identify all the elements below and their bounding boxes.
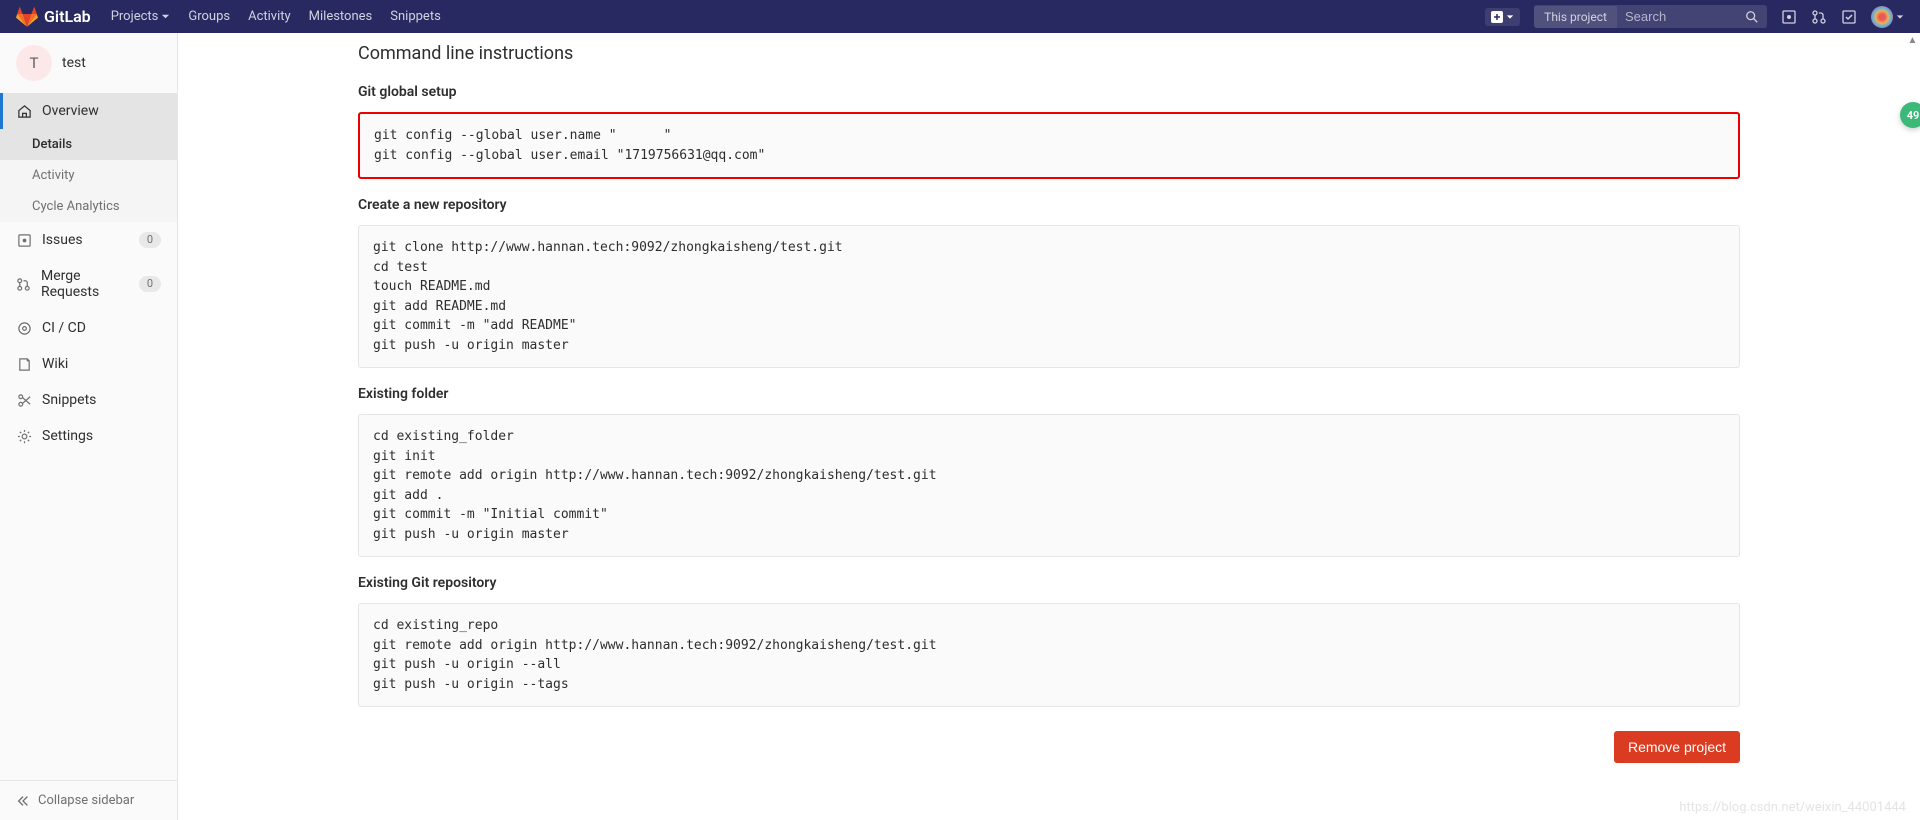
sidebar: T test Overview Details Activity Cycle A…: [0, 33, 178, 820]
code-block-existing-folder: cd existing_folder git init git remote a…: [358, 414, 1740, 557]
book-icon: [16, 357, 32, 372]
sidebar-label: Wiki: [42, 356, 68, 372]
nav-milestones[interactable]: Milestones: [309, 9, 373, 24]
gitlab-icon: [16, 6, 38, 28]
todos-icon[interactable]: [1841, 9, 1857, 25]
nav-groups[interactable]: Groups: [188, 9, 230, 24]
search-input[interactable]: [1617, 5, 1737, 28]
overview-submenu: Details Activity Cycle Analytics: [0, 129, 177, 222]
search-scope[interactable]: This project: [1534, 6, 1617, 28]
issues-icon[interactable]: [1781, 9, 1797, 25]
code-block-global-setup: git config --global user.name " " git co…: [358, 112, 1740, 179]
section-heading-global-setup: Git global setup: [358, 84, 1740, 100]
sidebar-item-cicd[interactable]: CI / CD: [0, 310, 177, 346]
brand-name: GitLab: [44, 7, 91, 26]
sidebar-label: Issues: [42, 232, 83, 248]
sidebar-label: Settings: [42, 428, 93, 444]
sidebar-item-activity[interactable]: Activity: [0, 160, 177, 191]
brand-logo[interactable]: GitLab: [16, 6, 91, 28]
sidebar-item-snippets[interactable]: Snippets: [0, 382, 177, 418]
project-name: test: [62, 55, 86, 71]
nav-projects[interactable]: Projects: [111, 9, 171, 24]
home-icon: [16, 104, 32, 119]
sidebar-item-cycle-analytics[interactable]: Cycle Analytics: [0, 191, 177, 222]
project-avatar: T: [16, 45, 52, 81]
chevron-down-icon: [1506, 13, 1514, 21]
sidebar-item-details[interactable]: Details: [0, 129, 177, 160]
sidebar-label: Snippets: [42, 392, 96, 408]
sidebar-item-wiki[interactable]: Wiki: [0, 346, 177, 382]
scroll-up-icon[interactable]: ▲: [1905, 33, 1920, 48]
remove-project-button[interactable]: Remove project: [1614, 731, 1740, 763]
header-nav: Projects Groups Activity Milestones Snip…: [111, 9, 441, 24]
chevron-double-left-icon: [16, 794, 30, 808]
nav-activity[interactable]: Activity: [248, 9, 291, 24]
sidebar-item-issues[interactable]: Issues 0: [0, 222, 177, 258]
code-block-existing-repo: cd existing_repo git remote add origin h…: [358, 603, 1740, 707]
sidebar-label: Merge Requests: [41, 268, 129, 300]
top-header: GitLab Projects Groups Activity Mileston…: [0, 0, 1920, 33]
gear-icon: [16, 429, 32, 444]
chevron-down-icon: [1896, 13, 1904, 21]
avatar: [1871, 6, 1893, 28]
collapse-label: Collapse sidebar: [38, 793, 134, 808]
section-heading-existing-folder: Existing folder: [358, 386, 1740, 402]
sidebar-item-merge-requests[interactable]: Merge Requests 0: [0, 258, 177, 310]
search-container: This project: [1534, 5, 1767, 28]
mr-count-badge: 0: [139, 276, 161, 292]
merge-request-icon[interactable]: [1811, 9, 1827, 25]
project-header[interactable]: T test: [0, 33, 177, 93]
header-right: This project: [1485, 5, 1904, 28]
issues-count-badge: 0: [139, 232, 161, 248]
main-content: Command line instructions Git global set…: [178, 33, 1920, 820]
sidebar-item-settings[interactable]: Settings: [0, 418, 177, 454]
page-title: Command line instructions: [358, 43, 1740, 64]
section-heading-create-repo: Create a new repository: [358, 197, 1740, 213]
code-block-create-repo: git clone http://www.hannan.tech:9092/zh…: [358, 225, 1740, 368]
search-icon[interactable]: [1737, 10, 1767, 24]
merge-request-icon: [16, 277, 31, 292]
scissors-icon: [16, 393, 32, 408]
user-menu[interactable]: [1871, 6, 1904, 28]
nav-snippets[interactable]: Snippets: [390, 9, 441, 24]
sidebar-label: CI / CD: [42, 320, 86, 336]
collapse-sidebar-button[interactable]: Collapse sidebar: [0, 780, 177, 820]
sidebar-item-overview[interactable]: Overview: [0, 93, 177, 129]
sidebar-label: Overview: [42, 103, 99, 119]
issues-icon: [16, 233, 32, 248]
sidebar-nav: Overview Details Activity Cycle Analytic…: [0, 93, 177, 780]
chevron-down-icon: [161, 12, 170, 21]
watermark-text: https://blog.csdn.net/weixin_44001444: [1679, 800, 1906, 815]
notification-badge[interactable]: 49: [1900, 102, 1920, 128]
rocket-icon: [16, 321, 32, 336]
plus-icon: [1491, 11, 1503, 23]
new-button[interactable]: [1485, 8, 1520, 26]
section-heading-existing-repo: Existing Git repository: [358, 575, 1740, 591]
